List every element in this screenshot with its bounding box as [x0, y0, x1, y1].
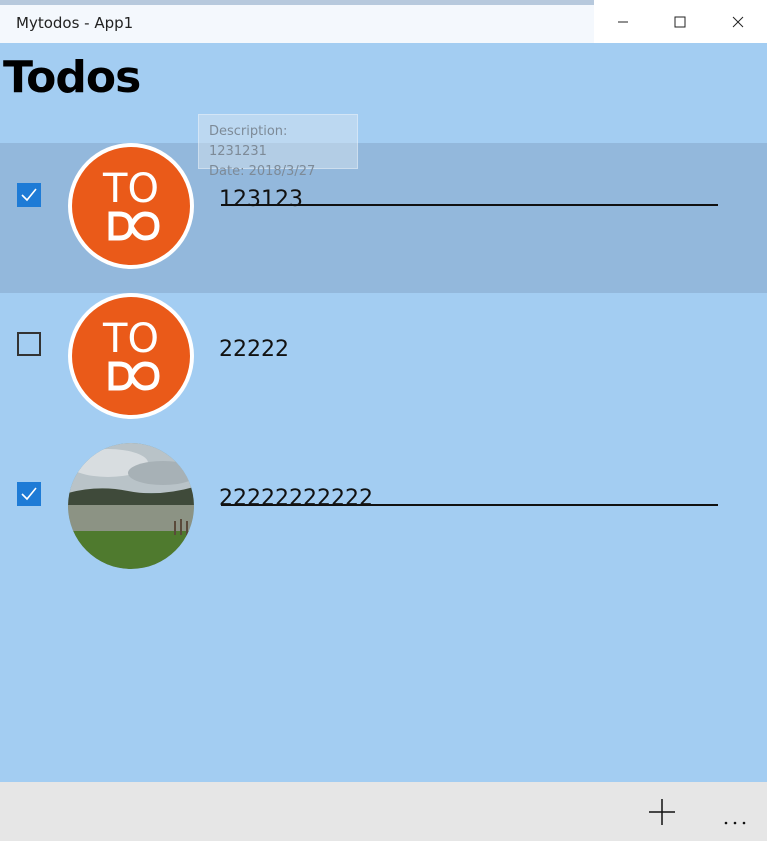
logo-text-top: TO: [102, 316, 159, 362]
strikethrough-line: [221, 504, 718, 506]
maximize-button[interactable]: [652, 0, 710, 43]
todo-checkbox[interactable]: [17, 332, 41, 356]
todo-row[interactable]: TO 123123: [0, 143, 767, 293]
todo-title: 22222: [219, 337, 289, 362]
window-controls: [594, 0, 767, 43]
todo-logo-icon: TO: [72, 147, 190, 265]
more-button[interactable]: [724, 812, 746, 830]
todo-logo-icon: TO: [72, 297, 190, 415]
strikethrough-line: [221, 204, 718, 206]
todo-image: TO: [68, 143, 194, 269]
tooltip: Description: 1231231 Date: 2018/3/27: [198, 114, 358, 179]
logo-text-top: TO: [102, 166, 159, 212]
maximize-icon: [674, 16, 686, 27]
todo-row[interactable]: TO 22222: [0, 293, 767, 443]
close-icon: [732, 16, 744, 27]
todo-checkbox[interactable]: [17, 183, 41, 207]
close-button[interactable]: [709, 0, 767, 43]
todo-title: 22222222222: [219, 486, 373, 511]
add-icon: [649, 799, 675, 825]
page-title: Todos: [3, 52, 141, 103]
todo-title: 123123: [219, 187, 303, 212]
checkmark-icon: [21, 188, 37, 202]
command-bar: [0, 782, 767, 841]
tooltip-date: Date: 2018/3/27: [209, 164, 316, 179]
more-icon: [724, 821, 746, 825]
todo-row[interactable]: 22222222222: [0, 443, 767, 593]
minimize-icon: [617, 21, 628, 22]
todo-checkbox[interactable]: [17, 482, 41, 506]
landscape-photo-icon: [68, 443, 194, 569]
tooltip-description: Description: 1231231: [209, 124, 288, 159]
add-button[interactable]: [648, 798, 676, 831]
title-bar: Mytodos - App1: [0, 0, 767, 43]
checkmark-icon: [21, 487, 37, 501]
todo-image: TO: [68, 293, 194, 419]
window-title: Mytodos - App1: [16, 14, 134, 32]
minimize-button[interactable]: [594, 0, 652, 43]
